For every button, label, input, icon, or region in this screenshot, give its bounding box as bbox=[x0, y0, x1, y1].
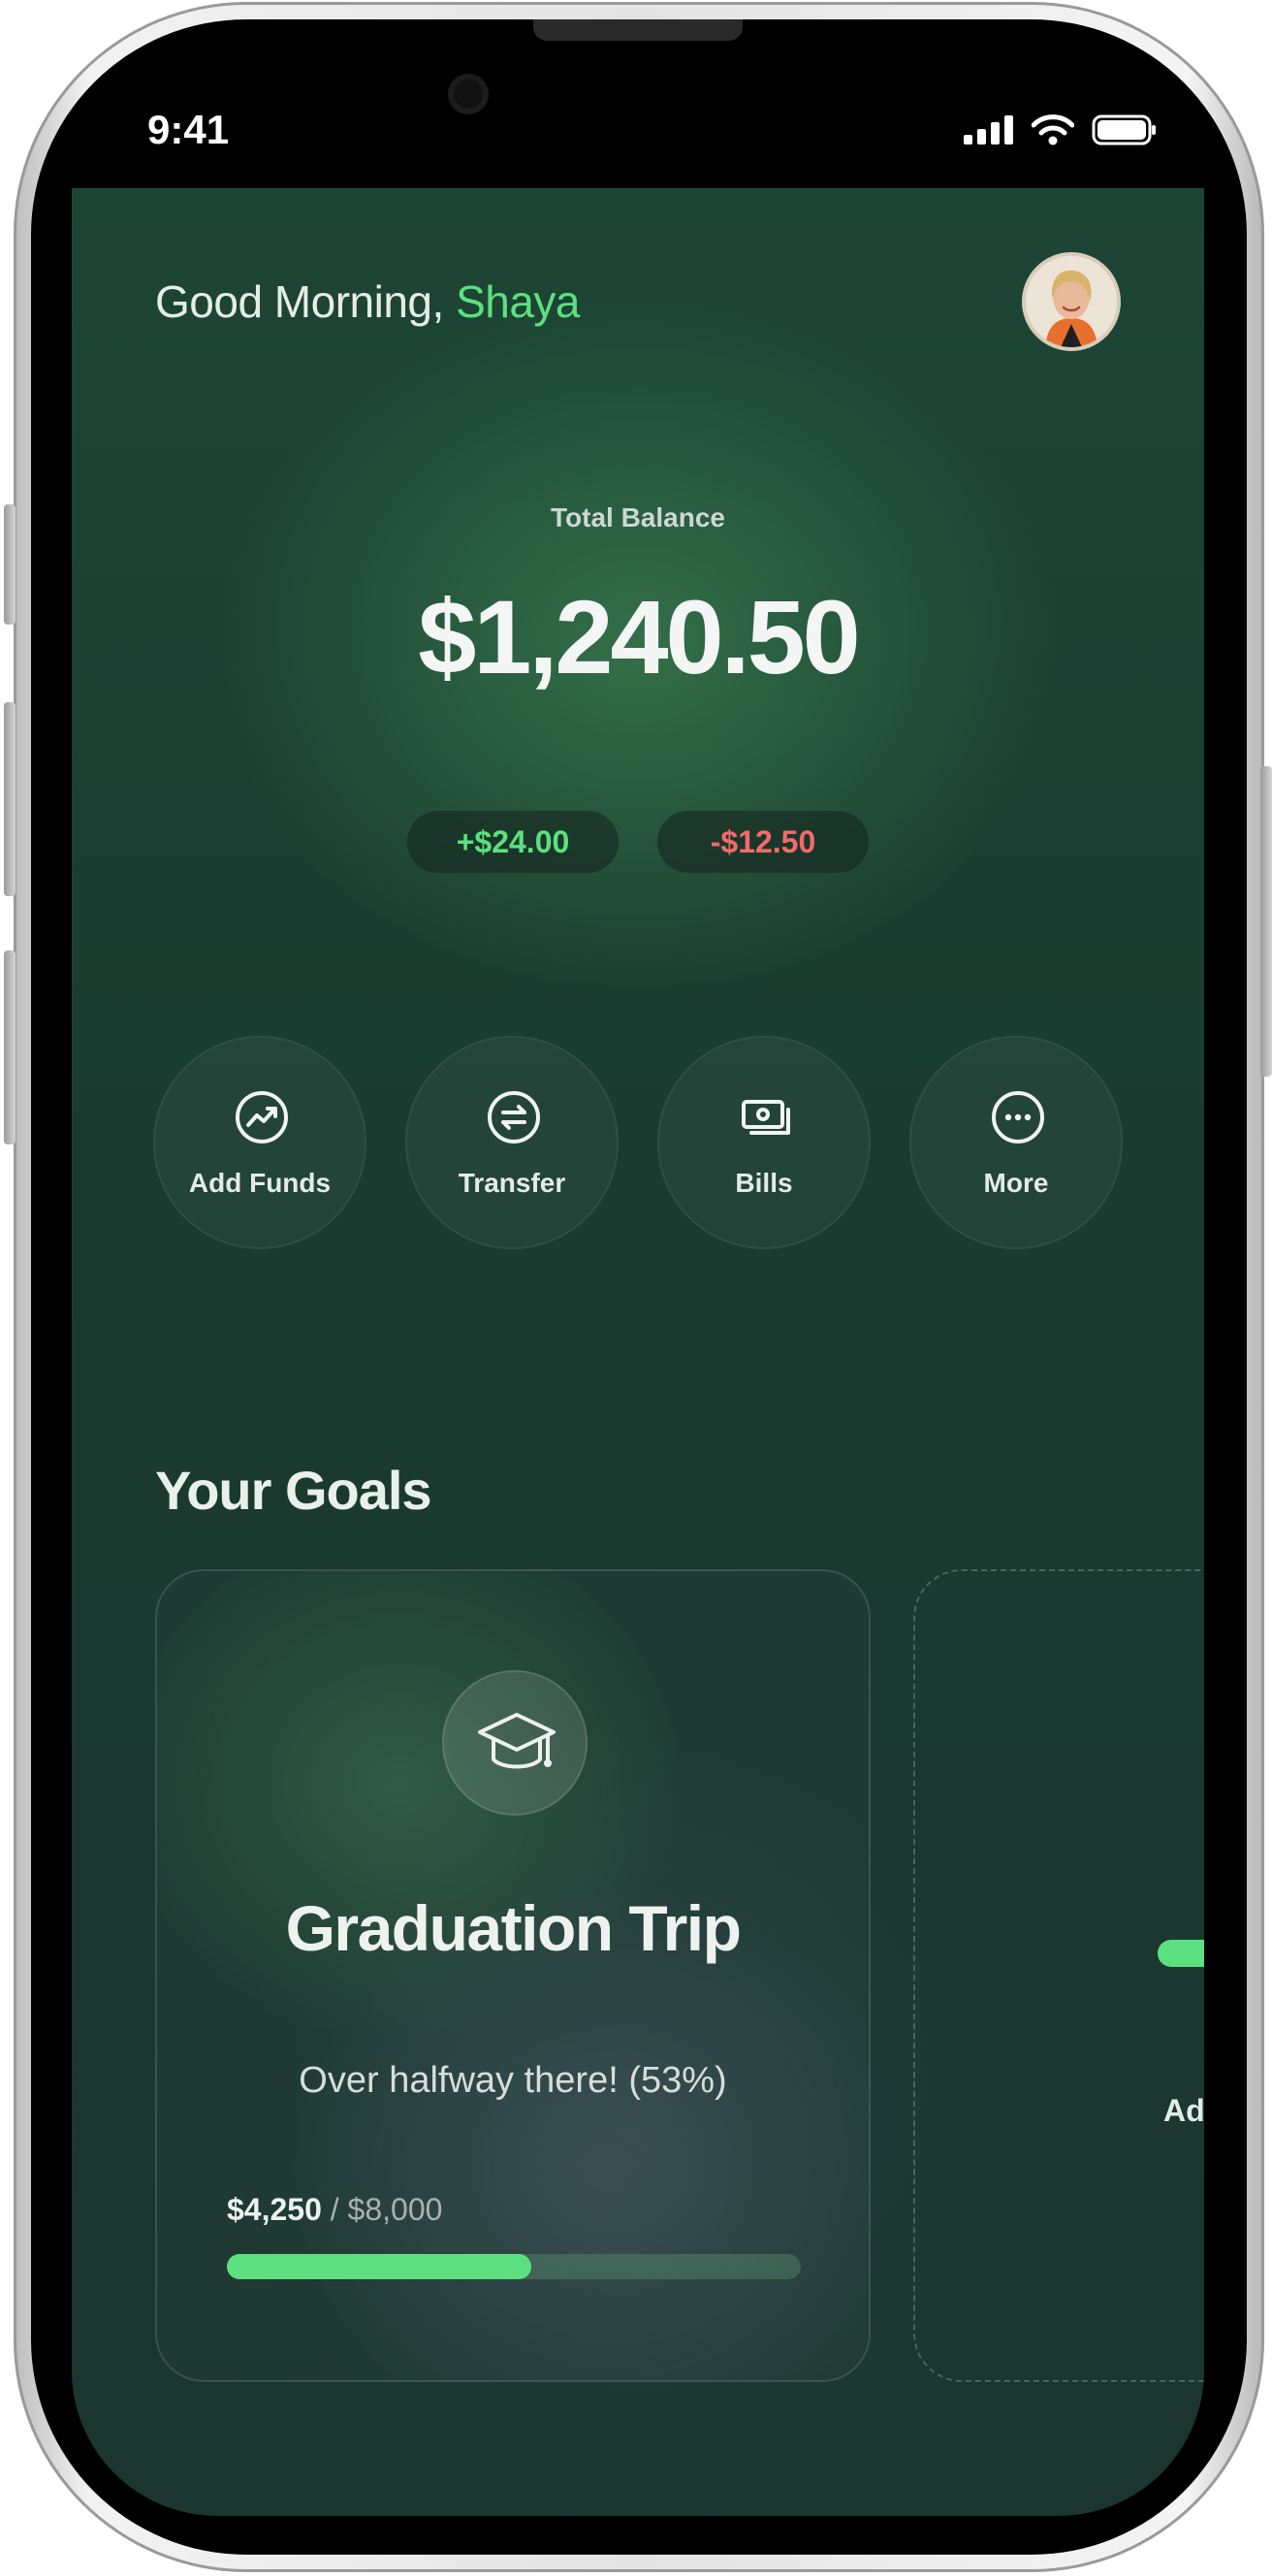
goals-section-title: Your Goals bbox=[155, 1460, 432, 1521]
goal-target-amount: / $8,000 bbox=[330, 2192, 443, 2227]
more-label: More bbox=[983, 1168, 1049, 1198]
income-badge: +$24.00 bbox=[407, 811, 619, 873]
more-icon bbox=[992, 1091, 1044, 1143]
volume-down-button bbox=[4, 950, 16, 1144]
status-icons bbox=[964, 114, 1158, 145]
expense-badge: -$12.50 bbox=[657, 811, 869, 873]
bills-label: Bills bbox=[735, 1168, 793, 1198]
balance-amount: $1,240.50 bbox=[418, 578, 860, 695]
battery-icon bbox=[1092, 114, 1156, 145]
goal-progress-bar bbox=[227, 2254, 801, 2279]
goal-amounts: $4,250 / $8,000 bbox=[227, 2192, 442, 2228]
bills-icon bbox=[742, 1100, 790, 1135]
goal-card-graduation-trip[interactable]: Graduation Trip Over halfway there! (53%… bbox=[155, 1569, 871, 2382]
goal-icon-container bbox=[442, 1670, 588, 1816]
goal-progress-text: Over halfway there! (53%) bbox=[299, 2060, 727, 2101]
add-goal-label: Add bbox=[1163, 2093, 1204, 2128]
power-button bbox=[1260, 766, 1272, 1077]
transfer-button[interactable]: Transfer bbox=[405, 1036, 619, 1249]
add-funds-button[interactable]: Add Funds bbox=[153, 1036, 366, 1249]
goal-title: Graduation Trip bbox=[285, 1892, 742, 1964]
trend-up-icon bbox=[236, 1091, 288, 1143]
balance-label: Total Balance bbox=[551, 502, 725, 532]
volume-up-button bbox=[4, 702, 16, 896]
avatar[interactable] bbox=[1022, 252, 1121, 351]
greeting-label: Good Morning, bbox=[155, 276, 444, 327]
add-goal-progress-pill bbox=[1158, 1940, 1204, 1967]
greeting-text: Good Morning, Shaya bbox=[155, 275, 580, 328]
earpiece-speaker bbox=[533, 19, 743, 41]
more-button[interactable]: More bbox=[909, 1036, 1123, 1249]
goal-progress-fill bbox=[227, 2254, 531, 2279]
avatar-image bbox=[1026, 256, 1117, 347]
cellular-signal-icon bbox=[964, 115, 1013, 145]
graduation-cap-icon bbox=[478, 1713, 556, 1769]
goal-saved-amount: $4,250 bbox=[227, 2192, 322, 2227]
action-button bbox=[4, 504, 16, 625]
bills-button[interactable]: Bills bbox=[657, 1036, 871, 1249]
user-name: Shaya bbox=[456, 276, 580, 327]
transfer-label: Transfer bbox=[458, 1168, 566, 1198]
add-goal-card[interactable]: Add bbox=[913, 1569, 1204, 2382]
app-screen: Good Morning, Shaya Total Balance $1,240… bbox=[72, 188, 1204, 2516]
status-time: 9:41 bbox=[147, 107, 230, 152]
front-camera bbox=[448, 74, 489, 114]
add-funds-label: Add Funds bbox=[188, 1168, 332, 1198]
transfer-icon bbox=[488, 1091, 540, 1143]
wifi-icon bbox=[1032, 114, 1074, 145]
